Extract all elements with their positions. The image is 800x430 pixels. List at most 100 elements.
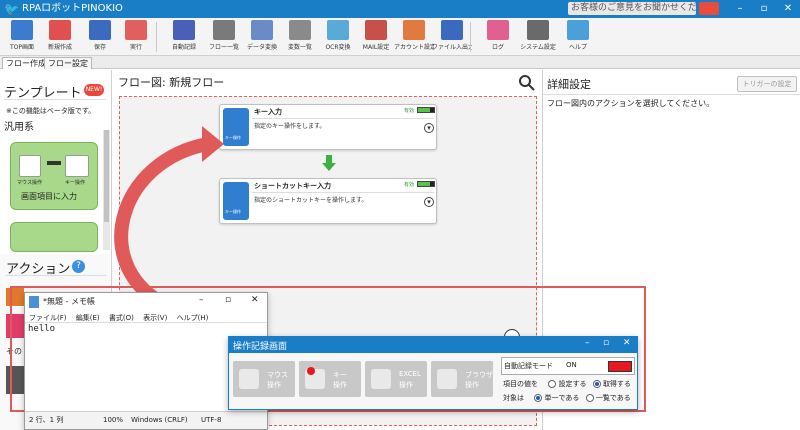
notepad-maximize[interactable]: ▫ [225, 295, 231, 305]
restore-button[interactable]: ▫ [752, 0, 776, 18]
status-zoom: 100% [103, 416, 124, 424]
detail-message: フロー図内のアクションを選択してください。 [547, 99, 715, 108]
notepad-title: *無題 - メモ帳 [43, 297, 95, 306]
beta-note: ※この機能はベータ版です。 [6, 107, 96, 115]
toolbar-button-new-file[interactable]: 新規作成 [40, 20, 80, 54]
recorder-titlebar[interactable]: 操作記録画面 – ▫ ✕ [229, 337, 637, 353]
toolbar-button-help[interactable]: ヘルプ [558, 20, 598, 54]
auto-mode-toggle[interactable] [608, 361, 632, 372]
browser-operation-button[interactable]: ブラウザ 操作 [431, 361, 493, 397]
value-opt-set[interactable]: 設定する [558, 380, 586, 388]
toolbar-label: データ変換 [246, 44, 277, 51]
radio-single[interactable] [534, 394, 543, 402]
chevron-down-icon[interactable]: ▾ [424, 197, 434, 207]
recorder-window[interactable]: 操作記録画面 – ▫ ✕ マウス 操作 キー 操作 EXCEL 操作 ブラウザ … [228, 336, 638, 410]
feedback-link[interactable]: お客様のご意見をお聞かせください [568, 2, 696, 15]
value-mode-row: 項目の値を 設定する 取得する [503, 379, 631, 389]
rec-btn-line1: ブラウザ [465, 371, 493, 379]
template-card-2[interactable] [10, 222, 98, 252]
data-convert-icon [251, 20, 273, 40]
variables-icon [289, 20, 311, 40]
auto-mode-label: 自動記録モード [504, 362, 553, 370]
key-operation-button[interactable]: キー 操作 [299, 361, 361, 397]
auto-mode-value: ON [566, 361, 577, 369]
toolbar-label: 新規作成 [47, 44, 72, 51]
toolbar-button-log[interactable]: ログ [478, 20, 518, 54]
node-toggle[interactable] [417, 107, 435, 113]
toolbar-button-save[interactable]: 保存 [80, 20, 120, 54]
node-status: 有効 [404, 182, 415, 188]
toolbar-button-home[interactable]: TOP画面 [2, 20, 42, 54]
toolbar-button-file-io[interactable]: ファイル入出力 [432, 20, 472, 54]
notepad-menu-help[interactable]: ヘルプ(H) [177, 314, 209, 322]
flow-header: フロー図: 新規フロー [114, 70, 542, 94]
record-icon [173, 20, 195, 40]
value-opt-get[interactable]: 取得する [603, 380, 631, 388]
main-toolbar: TOP画面 新規作成 保存 実行 自動記録 フロー一覧 データ変換 変数一覧 OCR変換 MAIL… [0, 18, 800, 56]
log-icon [487, 20, 509, 40]
node-status: 有効 [404, 108, 415, 114]
card-small-label-2: キー操作 [65, 180, 86, 186]
notepad-minimize[interactable]: – [199, 295, 204, 305]
notepad-close[interactable]: ✕ [251, 295, 259, 305]
window-title: RPAロボットPINOKIO [22, 3, 123, 14]
toolbar-button-gear[interactable]: システム設定 [518, 20, 558, 54]
rec-btn-line2: 操作 [333, 381, 347, 389]
radio-set[interactable] [548, 380, 557, 388]
notepad-titlebar[interactable]: *無題 - メモ帳 – ▫ ✕ [25, 293, 267, 311]
tab-flow-create[interactable]: フロー作成 [2, 57, 50, 69]
gear-icon [527, 20, 549, 40]
radio-list[interactable] [585, 394, 594, 402]
notepad-statusbar: 2 行、1 列 100% Windows (CRLF) UTF-8 [25, 411, 267, 429]
target-opt-single[interactable]: 単一である [544, 394, 579, 402]
excel-operation-button[interactable]: EXCEL 操作 [365, 361, 427, 397]
trigger-settings-button[interactable]: トリガーの設定 [737, 76, 797, 92]
toolbar-button-data-convert[interactable]: データ変換 [242, 20, 282, 54]
recorder-title: 操作記録画面 [233, 342, 288, 352]
arrow-right-icon [47, 161, 61, 165]
rec-btn-line2: 操作 [465, 381, 479, 389]
minimize-button[interactable]: – [728, 0, 752, 18]
toolbar-separator [156, 22, 157, 52]
search-icon[interactable] [518, 74, 536, 92]
account-icon [403, 20, 425, 40]
toolbar-label: 保存 [93, 44, 106, 51]
toolbar-label: 自動記録 [171, 44, 196, 51]
rec-btn-line1: EXCEL [399, 370, 421, 378]
action-help-icon[interactable]: ? [72, 260, 85, 273]
toolbar-button-mail[interactable]: MAIL設定 [356, 20, 396, 54]
recorder-close[interactable]: ✕ [623, 338, 631, 348]
target-opt-list[interactable]: 一覧である [596, 394, 631, 402]
flow-heading: フロー図: 新規フロー [118, 76, 225, 89]
toolbar-button-run[interactable]: 実行 [116, 20, 156, 54]
target-label: 対象は [503, 394, 524, 402]
toolbar-label: ファイル入出力 [432, 44, 472, 51]
toolbar-button-account[interactable]: アカウント設定 [394, 20, 434, 54]
mouse-operation-button[interactable]: マウス 操作 [233, 361, 295, 397]
mail-icon [365, 20, 387, 40]
template-card-input[interactable]: マウス操作 キー操作 画面項目に入力 [10, 142, 98, 210]
notepad-menu-format[interactable]: 書式(O) [109, 314, 134, 322]
close-button[interactable]: ✕ [776, 0, 800, 18]
notepad-menu-view[interactable]: 表示(V) [143, 314, 167, 322]
toolbar-label: OCR変換 [325, 44, 351, 51]
notepad-menu-edit[interactable]: 編集(E) [76, 314, 100, 322]
template-heading: テンプレート [4, 86, 82, 101]
auto-mode-row: 自動記録モード ON [501, 357, 635, 375]
ocr-icon [327, 20, 349, 40]
toolbar-button-flow-list[interactable]: フロー一覧 [204, 20, 244, 54]
toolbar-button-ocr[interactable]: OCR変換 [318, 20, 358, 54]
save-icon [89, 20, 111, 40]
node-toggle[interactable] [417, 181, 435, 187]
toolbar-label: TOP画面 [9, 44, 34, 51]
toolbar-label: 実行 [129, 44, 142, 51]
thumbs-down-icon[interactable] [699, 2, 719, 15]
recorder-maximize[interactable]: ▫ [603, 338, 609, 348]
toolbar-button-record[interactable]: 自動記録 [164, 20, 204, 54]
chevron-down-icon[interactable]: ▾ [424, 123, 434, 133]
radio-get[interactable] [592, 380, 601, 388]
notepad-menu-file[interactable]: ファイル(F) [29, 314, 67, 322]
toolbar-button-variables[interactable]: 変数一覧 [280, 20, 320, 54]
tab-flow-settings[interactable]: フロー設定 [44, 57, 92, 69]
recorder-minimize[interactable]: – [585, 338, 590, 348]
